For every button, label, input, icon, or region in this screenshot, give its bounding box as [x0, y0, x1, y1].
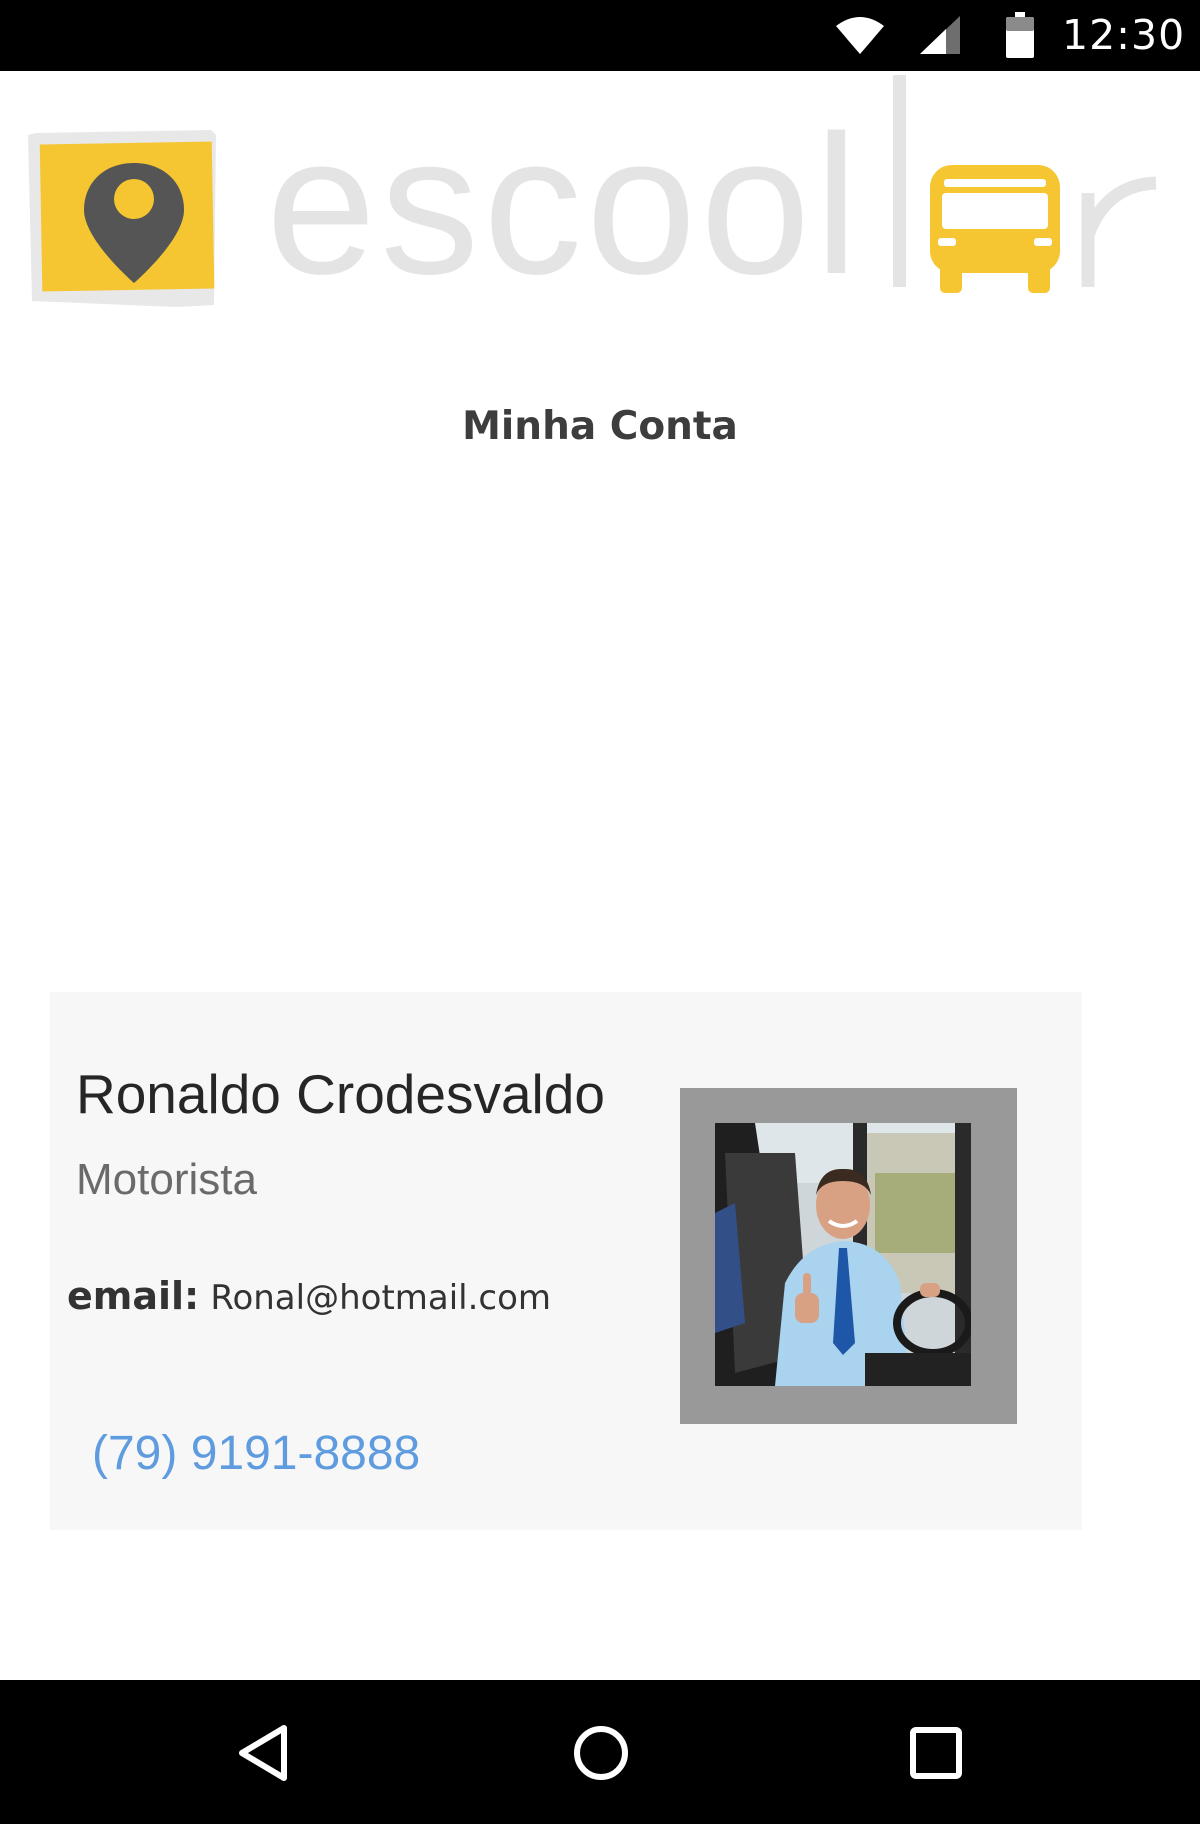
logo-pin-icon	[28, 130, 216, 307]
cell-signal-icon	[920, 16, 960, 54]
email-row: email: Ronal@hotmail.com	[67, 1274, 551, 1318]
back-icon[interactable]	[232, 1718, 302, 1788]
recents-icon[interactable]	[901, 1718, 971, 1788]
email-label: email:	[67, 1274, 200, 1318]
app-logo: escoolar	[26, 75, 1200, 315]
app-screen: 12:30 escoolar Minha Conta Ronaldo Crode…	[0, 0, 1200, 1824]
home-icon[interactable]	[566, 1718, 636, 1788]
profile-photo[interactable]	[715, 1123, 971, 1386]
phone-link[interactable]: (79) 9191-8888	[92, 1426, 420, 1481]
status-bar: 12:30	[0, 0, 1200, 71]
battery-icon	[1006, 12, 1034, 58]
profile-photo-frame	[680, 1088, 1017, 1424]
wifi-icon	[836, 17, 884, 54]
profile-name: Ronaldo Crodesvaldo	[76, 1063, 605, 1125]
page-title: Minha Conta	[462, 404, 738, 449]
logo-wordmark: escoolar	[266, 94, 1047, 315]
navigation-bar	[0, 1680, 1200, 1824]
profile-card: Ronaldo Crodesvaldo Motorista email: Ron…	[50, 992, 1082, 1530]
email-value[interactable]: Ronal@hotmail.com	[210, 1278, 551, 1318]
status-clock: 12:30	[1062, 11, 1186, 59]
profile-role: Motorista	[76, 1155, 257, 1204]
